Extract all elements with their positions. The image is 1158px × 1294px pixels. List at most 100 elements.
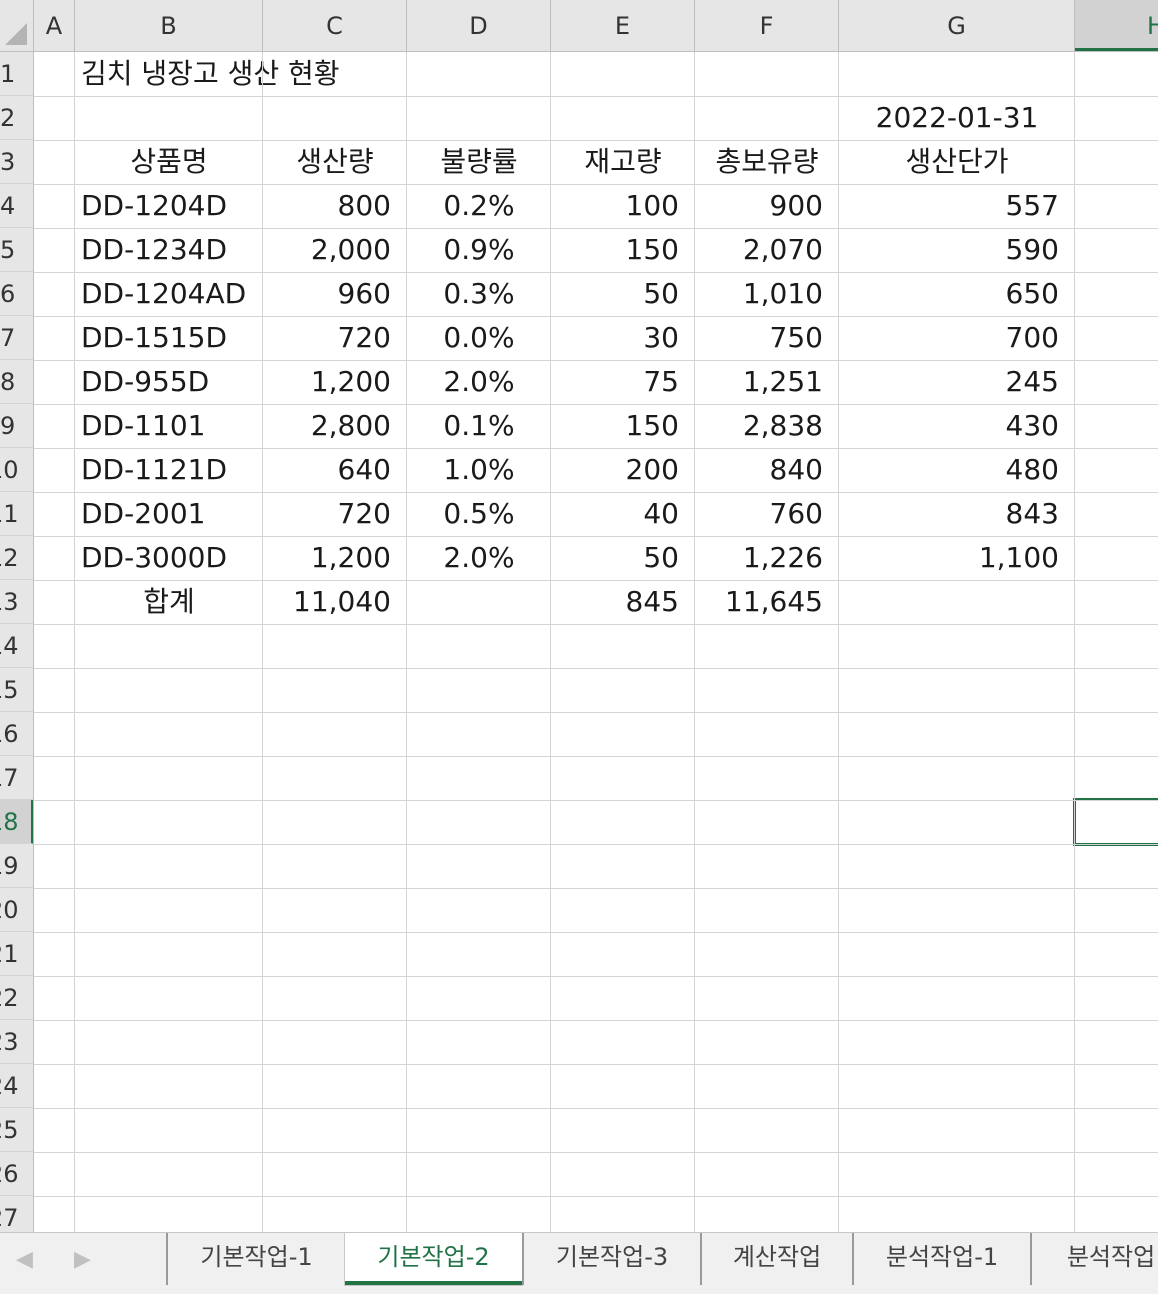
cell-total-holding[interactable]: 2,070: [695, 228, 839, 272]
cell-stock[interactable]: 150: [551, 228, 695, 272]
cell-production[interactable]: 640: [263, 448, 407, 492]
column-header-e[interactable]: E: [551, 0, 695, 51]
cell-defect-rate[interactable]: 2.0%: [407, 360, 551, 404]
sheet-tab-5[interactable]: 분석작업-1: [852, 1233, 1030, 1285]
row-header-27[interactable]: 27: [0, 1196, 33, 1232]
row-header-9[interactable]: 9: [0, 404, 33, 448]
cell-product-name[interactable]: DD-1204AD: [75, 272, 263, 316]
column-header-b[interactable]: B: [75, 0, 263, 51]
header-unit-cost[interactable]: 생산단가: [839, 140, 1075, 184]
cell-unit-cost[interactable]: 590: [839, 228, 1075, 272]
row-header-17[interactable]: 17: [0, 756, 33, 800]
column-header-f[interactable]: F: [695, 0, 839, 51]
header-product-name[interactable]: 상품명: [75, 140, 263, 184]
row-header-16[interactable]: 16: [0, 712, 33, 756]
total-holding[interactable]: 11,645: [695, 580, 839, 624]
cell-production[interactable]: 1,200: [263, 360, 407, 404]
row-header-4[interactable]: 4: [0, 184, 33, 228]
row-header-24[interactable]: 24: [0, 1064, 33, 1108]
sheet-tab-6[interactable]: 분석작업: [1030, 1233, 1158, 1285]
cell-stock[interactable]: 100: [551, 184, 695, 228]
row-header-12[interactable]: 12: [0, 536, 33, 580]
cell-defect-rate[interactable]: 0.1%: [407, 404, 551, 448]
cell-grid[interactable]: 김치 냉장고 생산 현황 2022-01-31 상품명 생산량 불량률 재고량 …: [34, 52, 1158, 1232]
row-header-3[interactable]: 3: [0, 140, 33, 184]
cell-total-holding[interactable]: 840: [695, 448, 839, 492]
cell-product-name[interactable]: DD-1515D: [75, 316, 263, 360]
cell-total-holding[interactable]: 2,838: [695, 404, 839, 448]
cell-unit-cost[interactable]: 430: [839, 404, 1075, 448]
cell-date[interactable]: 2022-01-31: [839, 96, 1075, 140]
cell-unit-cost[interactable]: 480: [839, 448, 1075, 492]
total-stock[interactable]: 845: [551, 580, 695, 624]
row-header-7[interactable]: 7: [0, 316, 33, 360]
cell-product-name[interactable]: DD-1204D: [75, 184, 263, 228]
row-header-14[interactable]: 14: [0, 624, 33, 668]
cell-unit-cost[interactable]: 700: [839, 316, 1075, 360]
row-header-1[interactable]: 1: [0, 52, 33, 96]
sheet-tab-2[interactable]: 기본작업-2: [345, 1233, 522, 1285]
cell-production[interactable]: 2,000: [263, 228, 407, 272]
column-header-c[interactable]: C: [263, 0, 407, 51]
cell-production[interactable]: 2,800: [263, 404, 407, 448]
cell-stock[interactable]: 40: [551, 492, 695, 536]
header-defect-rate[interactable]: 불량률: [407, 140, 551, 184]
cell-total-holding[interactable]: 1,010: [695, 272, 839, 316]
cell-defect-rate[interactable]: 2.0%: [407, 536, 551, 580]
cell-unit-cost[interactable]: 245: [839, 360, 1075, 404]
row-header-25[interactable]: 25: [0, 1108, 33, 1152]
row-header-20[interactable]: 20: [0, 888, 33, 932]
sheet-tab-3[interactable]: 기본작업-3: [522, 1233, 700, 1285]
cell-stock[interactable]: 75: [551, 360, 695, 404]
cell-production[interactable]: 1,200: [263, 536, 407, 580]
cell-product-name[interactable]: DD-1121D: [75, 448, 263, 492]
column-header-h[interactable]: H: [1075, 0, 1158, 51]
sheet-tab-1[interactable]: 기본작업-1: [166, 1233, 345, 1285]
row-header-10[interactable]: 10: [0, 448, 33, 492]
cell-stock[interactable]: 200: [551, 448, 695, 492]
total-production[interactable]: 11,040: [263, 580, 407, 624]
cell-stock[interactable]: 50: [551, 536, 695, 580]
cell-defect-rate[interactable]: 0.2%: [407, 184, 551, 228]
cell-total-holding[interactable]: 750: [695, 316, 839, 360]
row-header-6[interactable]: 6: [0, 272, 33, 316]
cell-title[interactable]: 김치 냉장고 생산 현황: [75, 52, 475, 96]
row-header-2[interactable]: 2: [0, 96, 33, 140]
cell-total-holding[interactable]: 1,226: [695, 536, 839, 580]
cell-production[interactable]: 720: [263, 492, 407, 536]
row-header-11[interactable]: 11: [0, 492, 33, 536]
spreadsheet-area[interactable]: ABCDEFGH 1234567891011121314151617181920…: [0, 0, 1158, 1232]
header-total-holding[interactable]: 총보유량: [695, 140, 839, 184]
total-label[interactable]: 합계: [75, 580, 263, 624]
cell-stock[interactable]: 30: [551, 316, 695, 360]
cell-defect-rate[interactable]: 1.0%: [407, 448, 551, 492]
row-header-23[interactable]: 23: [0, 1020, 33, 1064]
selected-cell[interactable]: [1073, 798, 1158, 846]
cell-defect-rate[interactable]: 0.5%: [407, 492, 551, 536]
row-header-21[interactable]: 21: [0, 932, 33, 976]
row-header-22[interactable]: 22: [0, 976, 33, 1020]
cell-production[interactable]: 720: [263, 316, 407, 360]
cell-stock[interactable]: 50: [551, 272, 695, 316]
cell-product-name[interactable]: DD-3000D: [75, 536, 263, 580]
row-header-19[interactable]: 19: [0, 844, 33, 888]
cell-product-name[interactable]: DD-2001: [75, 492, 263, 536]
cell-defect-rate[interactable]: 0.0%: [407, 316, 551, 360]
cell-unit-cost[interactable]: 1,100: [839, 536, 1075, 580]
header-production[interactable]: 생산량: [263, 140, 407, 184]
select-all-button[interactable]: [0, 0, 34, 52]
cell-unit-cost[interactable]: 557: [839, 184, 1075, 228]
cell-production[interactable]: 800: [263, 184, 407, 228]
cell-defect-rate[interactable]: 0.3%: [407, 272, 551, 316]
header-stock[interactable]: 재고량: [551, 140, 695, 184]
column-header-d[interactable]: D: [407, 0, 551, 51]
cell-unit-cost[interactable]: 650: [839, 272, 1075, 316]
row-header-18[interactable]: 18: [0, 800, 33, 844]
cell-unit-cost[interactable]: 843: [839, 492, 1075, 536]
tab-scroll-left-icon[interactable]: ◀: [16, 1247, 33, 1272]
cell-stock[interactable]: 150: [551, 404, 695, 448]
cell-total-holding[interactable]: 1,251: [695, 360, 839, 404]
row-header-5[interactable]: 5: [0, 228, 33, 272]
cell-total-holding[interactable]: 760: [695, 492, 839, 536]
sheet-tab-4[interactable]: 계산작업: [700, 1233, 852, 1285]
